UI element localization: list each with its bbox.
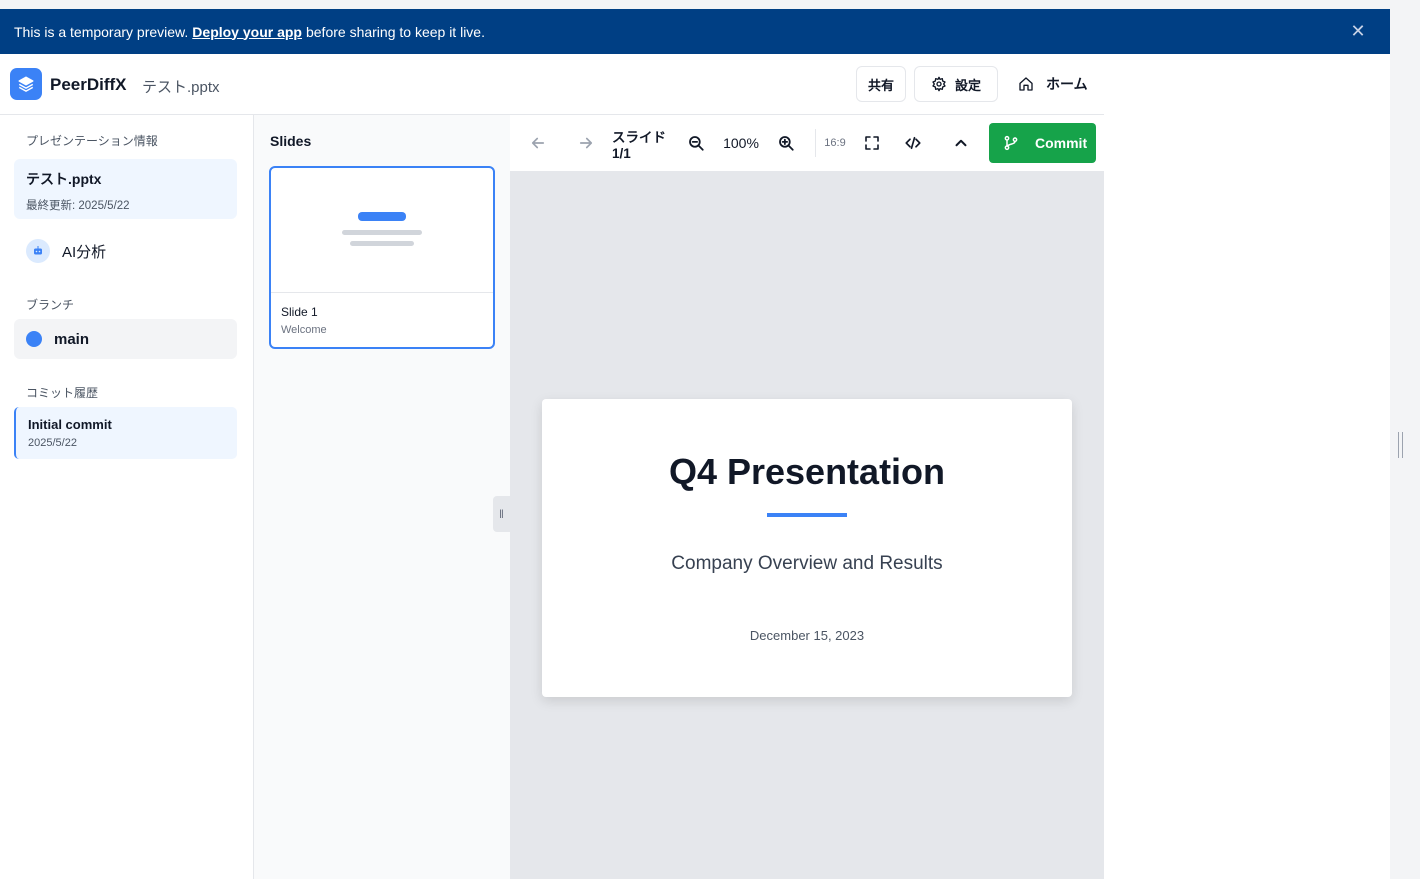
slides-panel: Slides Slide 1 Welcome	[254, 115, 510, 879]
share-button[interactable]: 共有	[856, 66, 906, 102]
commit-item[interactable]: Initial commit 2025/5/22	[14, 407, 237, 459]
fullscreen-icon[interactable]	[860, 131, 884, 155]
arrow-left-icon[interactable]	[526, 131, 550, 155]
slide-title: Q4 Presentation	[668, 451, 946, 492]
toolbar-divider	[815, 129, 816, 157]
preview-banner: This is a temporary preview. Deploy your…	[0, 9, 1390, 54]
app-header: PeerDiffX テスト.pptx 共有 設定 ホーム	[0, 54, 1104, 115]
banner-text: This is a temporary preview.	[14, 23, 189, 40]
app-name: PeerDiffX	[50, 75, 127, 94]
gutter-resize-handle[interactable]	[1398, 432, 1403, 458]
branch-dot-icon	[26, 331, 42, 347]
commit-button[interactable]: Commit	[989, 123, 1096, 163]
zoom-level: 100%	[723, 135, 759, 151]
zoom-in-icon[interactable]	[774, 131, 798, 155]
presentation-info-heading: プレゼンテーション情報	[26, 134, 158, 148]
app-window: PeerDiffX テスト.pptx 共有 設定 ホーム プレゼンテーション情報…	[0, 54, 1390, 879]
commit-history-heading: コミット履歴	[26, 386, 99, 400]
home-button[interactable]: ホーム	[1010, 66, 1088, 102]
commit-message: Initial commit	[28, 417, 112, 432]
git-branch-icon	[1003, 135, 1019, 151]
ai-analysis-button[interactable]: AI分析	[26, 239, 106, 263]
presentation-file-card[interactable]: テスト.pptx 最終更新: 2025/5/22	[14, 159, 237, 219]
share-label: 共有	[867, 77, 894, 93]
file-card-name: テスト.pptx	[26, 171, 102, 187]
settings-label: 設定	[954, 77, 981, 93]
settings-button[interactable]: 設定	[914, 66, 998, 102]
commit-date: 2025/5/22	[28, 437, 77, 449]
branch-item-main[interactable]: main	[14, 319, 237, 359]
gear-icon	[931, 76, 947, 92]
code-icon[interactable]	[901, 131, 925, 155]
slides-panel-title: Slides	[270, 133, 312, 149]
file-card-updated: 最終更新: 2025/5/22	[26, 200, 130, 212]
arrow-right-icon[interactable]	[574, 131, 598, 155]
ai-analysis-label: AI分析	[62, 243, 107, 261]
close-icon[interactable]: ✕	[1348, 21, 1368, 41]
banner-suffix: before sharing to keep it live.	[305, 23, 485, 40]
slide-thumbnail-title: Slide 1	[281, 305, 318, 319]
empty-workspace	[1104, 115, 1390, 879]
slide-canvas: Q4 Presentation Company Overview and Res…	[542, 399, 1072, 697]
slide-date: December 15, 2023	[749, 628, 865, 643]
branch-heading: ブランチ	[26, 298, 75, 312]
window-top-strip	[0, 0, 1420, 9]
logo-layers-icon	[10, 68, 42, 100]
deploy-link[interactable]: Deploy your app	[192, 24, 302, 40]
branch-name: main	[54, 330, 90, 348]
chevron-up-icon[interactable]	[949, 131, 973, 155]
commit-label: Commit	[1035, 135, 1088, 151]
robot-icon	[26, 239, 50, 263]
viewer-toolbar: スライド 1/1 100% 16:9 Commit	[510, 115, 1104, 171]
slide-viewer: スライド 1/1 100% 16:9 Commit Q4 Presentatio…	[510, 115, 1104, 879]
slide-counter: スライド 1/1	[612, 129, 666, 161]
aspect-ratio-button[interactable]: 16:9	[820, 131, 850, 155]
header-file-name: テスト.pptx	[142, 79, 220, 96]
slide-thumbnail-preview	[271, 168, 493, 293]
right-gutter	[1390, 0, 1420, 879]
zoom-out-icon[interactable]	[684, 131, 708, 155]
home-label: ホーム	[1046, 76, 1088, 92]
slide-accent-line	[767, 513, 847, 517]
slide-thumbnail-subtitle: Welcome	[281, 324, 327, 336]
left-sidebar: プレゼンテーション情報 テスト.pptx 最終更新: 2025/5/22 AI分…	[0, 115, 254, 879]
slide-thumbnail[interactable]: Slide 1 Welcome	[269, 166, 495, 349]
slide-subtitle: Company Overview and Results	[671, 553, 943, 574]
panel-resize-handle[interactable]: ‖	[493, 496, 510, 532]
home-icon	[1018, 76, 1034, 92]
